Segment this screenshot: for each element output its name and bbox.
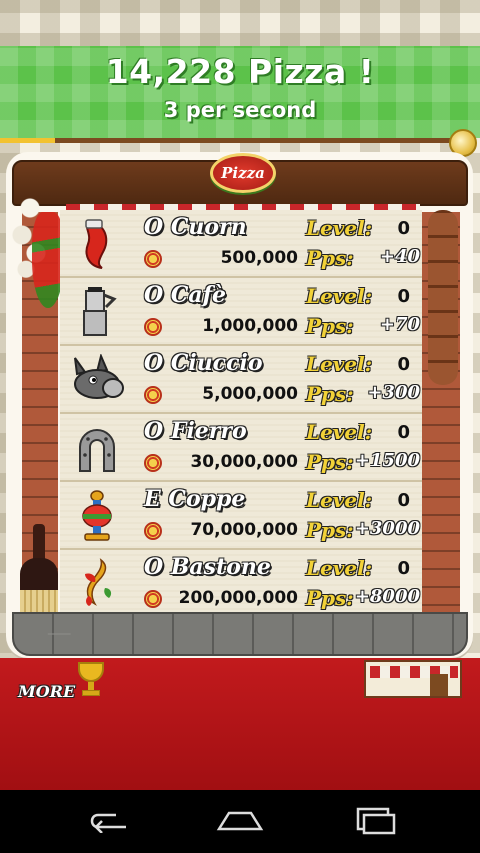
- pizza-coin-icon: [144, 386, 162, 404]
- pizza-coin-icon: [144, 250, 162, 268]
- pizza-coin-icon: [144, 454, 162, 472]
- trophy-icon[interactable]: [76, 660, 106, 698]
- moka-coffee-pot-icon: [66, 284, 128, 340]
- pizza-coin-icon: [144, 522, 162, 540]
- upgrade-name: O Ciuccio: [144, 350, 263, 376]
- upgrade-name: O Bastone: [144, 554, 271, 580]
- upgrade-row-coppe[interactable]: E Coppe 70,000,000 Level: 0 Pps: +3000: [60, 482, 422, 550]
- more-button[interactable]: MORE: [18, 678, 84, 704]
- upgrade-cost: 5,000,000: [202, 384, 298, 404]
- pizza-logo-text: Pizza: [210, 153, 276, 193]
- pps-value: +300: [367, 382, 420, 403]
- upgrade-list: O Cuorn 500,000 Level: 0 Pps: +40 O Cafè…: [60, 210, 422, 620]
- pizza-logo: Pizza: [196, 145, 290, 201]
- level-label: Level:: [306, 284, 373, 308]
- pps-value: +70: [379, 314, 420, 335]
- horseshoe-icon: [66, 420, 128, 476]
- upgrade-name: O Cuorn: [144, 214, 247, 240]
- pizza-count: 14,228 Pizza !: [105, 52, 375, 91]
- upgrade-name: E Coppe: [144, 486, 246, 512]
- upgrade-row-cuorn[interactable]: O Cuorn 500,000 Level: 0 Pps: +40: [60, 210, 422, 278]
- red-horn-charm-icon: [66, 216, 128, 272]
- donkey-head-icon: [66, 352, 128, 408]
- upgrade-row-fierro[interactable]: O Fierro 30,000,000 Level: 0 Pps: +1500: [60, 414, 422, 482]
- header-banner: 14,228 Pizza ! 3 per second: [0, 46, 480, 138]
- level-label: Level:: [306, 488, 373, 512]
- pps-label: Pps:: [306, 518, 354, 542]
- upgrade-row-bastone[interactable]: O Bastone 200,000,000 Level: 0 Pps: +800…: [60, 550, 422, 618]
- level-label: Level:: [306, 216, 373, 240]
- pizza-coin-icon: [144, 590, 162, 608]
- progress-fill: [0, 138, 55, 143]
- upgrade-name: O Cafè: [144, 282, 227, 308]
- level-value: 0: [397, 286, 410, 307]
- pps-label: Pps:: [306, 450, 354, 474]
- pps-value: +8000: [354, 586, 420, 607]
- upgrade-cost: 1,000,000: [202, 316, 298, 336]
- pps-value: +3000: [354, 518, 420, 539]
- sausages-icon: [428, 210, 458, 385]
- stone-base: [12, 612, 468, 656]
- upgrade-row-ciuccio[interactable]: O Ciuccio 5,000,000 Level: 0 Pps: +300: [60, 346, 422, 414]
- level-value: 0: [397, 218, 410, 239]
- pps-label: Pps:: [306, 586, 354, 610]
- upgrade-cost: 200,000,000: [178, 588, 298, 608]
- progress-bar: [0, 138, 455, 143]
- level-value: 0: [397, 558, 410, 579]
- back-icon[interactable]: [78, 802, 138, 840]
- upgrade-row-cafe[interactable]: O Cafè 1,000,000 Level: 0 Pps: +70: [60, 278, 422, 346]
- pps-value: +40: [379, 246, 420, 267]
- pps-label: Pps:: [306, 246, 354, 270]
- android-nav-bar: [0, 790, 480, 853]
- upgrade-cost: 30,000,000: [190, 452, 298, 472]
- upgrade-cost: 70,000,000: [190, 520, 298, 540]
- pps-label: Pps:: [306, 314, 354, 338]
- upgrade-name: O Fierro: [144, 418, 247, 444]
- level-value: 0: [397, 354, 410, 375]
- chianti-bottle-icon: [20, 524, 58, 624]
- level-label: Level:: [306, 556, 373, 580]
- pizzeria-shop-icon[interactable]: [364, 660, 462, 698]
- home-icon[interactable]: [210, 802, 270, 840]
- level-value: 0: [397, 422, 410, 443]
- level-label: Level:: [306, 352, 373, 376]
- pizza-coin-icon: [144, 318, 162, 336]
- pps-value: +1500: [354, 450, 420, 471]
- pps-label: Pps:: [306, 382, 354, 406]
- recent-apps-icon[interactable]: [344, 802, 404, 840]
- cups-suit-icon: [66, 488, 128, 544]
- level-value: 0: [397, 490, 410, 511]
- level-label: Level:: [306, 420, 373, 444]
- pizza-per-second: 3 per second: [163, 98, 317, 122]
- upgrade-cost: 500,000: [220, 248, 298, 268]
- clubs-suit-icon: [66, 556, 128, 612]
